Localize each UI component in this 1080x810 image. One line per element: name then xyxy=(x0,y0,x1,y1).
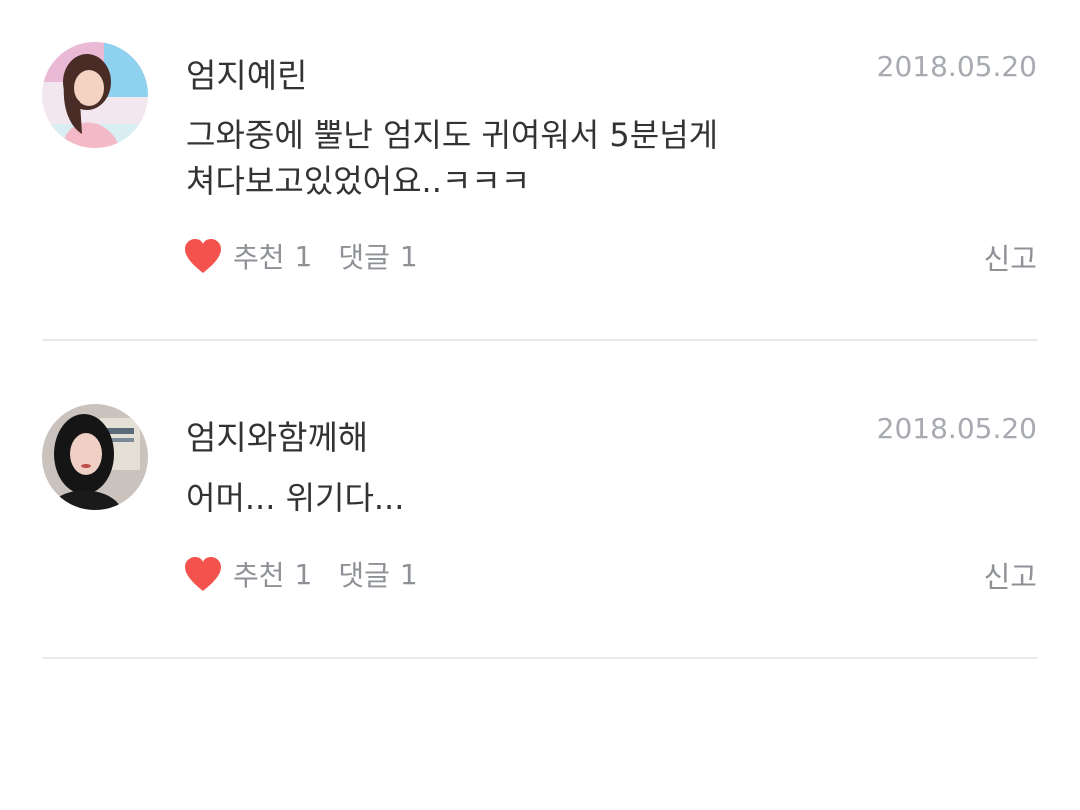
divider xyxy=(42,657,1038,659)
comment-text: 그와중에 뿔난 엄지도 귀여워서 5분넘게 쳐다보고있었어요..ㅋㅋㅋ xyxy=(186,112,886,204)
like-button[interactable]: 추천 1 xyxy=(183,236,312,276)
comment-text-line: 그와중에 뿔난 엄지도 귀여워서 5분넘게 xyxy=(186,116,719,154)
avatar[interactable] xyxy=(42,404,148,510)
reply-count: 1 xyxy=(399,239,418,273)
comment-date: 2018.05.20 xyxy=(876,412,1037,445)
comment-actions: 추천 1 댓글 1 xyxy=(183,554,418,594)
divider xyxy=(42,339,1038,341)
reply-button[interactable]: 댓글 1 xyxy=(338,554,417,594)
comment-date: 2018.05.20 xyxy=(876,50,1037,83)
like-button[interactable]: 추천 1 xyxy=(183,554,312,594)
heart-icon xyxy=(185,239,221,273)
like-count: 1 xyxy=(294,557,313,591)
comment-text: 어머... 위기다... xyxy=(186,475,886,521)
reply-label: 댓글 xyxy=(338,559,390,592)
like-label: 추천 xyxy=(233,559,285,592)
avatar[interactable] xyxy=(42,42,148,148)
report-button[interactable]: 신고 xyxy=(984,554,1037,596)
reply-label: 댓글 xyxy=(338,241,390,274)
like-label: 추천 xyxy=(233,241,285,274)
comment-author[interactable]: 엄지예린 xyxy=(186,49,307,97)
heart-icon xyxy=(185,557,221,591)
comment-author[interactable]: 엄지와함께해 xyxy=(186,411,368,459)
like-count: 1 xyxy=(294,239,313,273)
comment-actions: 추천 1 댓글 1 xyxy=(183,236,418,276)
reply-button[interactable]: 댓글 1 xyxy=(338,236,417,276)
comment-text-line: 어머... 위기다... xyxy=(186,479,405,517)
reply-count: 1 xyxy=(399,557,418,591)
report-button[interactable]: 신고 xyxy=(984,236,1037,278)
comment-text-line: 쳐다보고있었어요..ㅋㅋㅋ xyxy=(186,162,531,200)
